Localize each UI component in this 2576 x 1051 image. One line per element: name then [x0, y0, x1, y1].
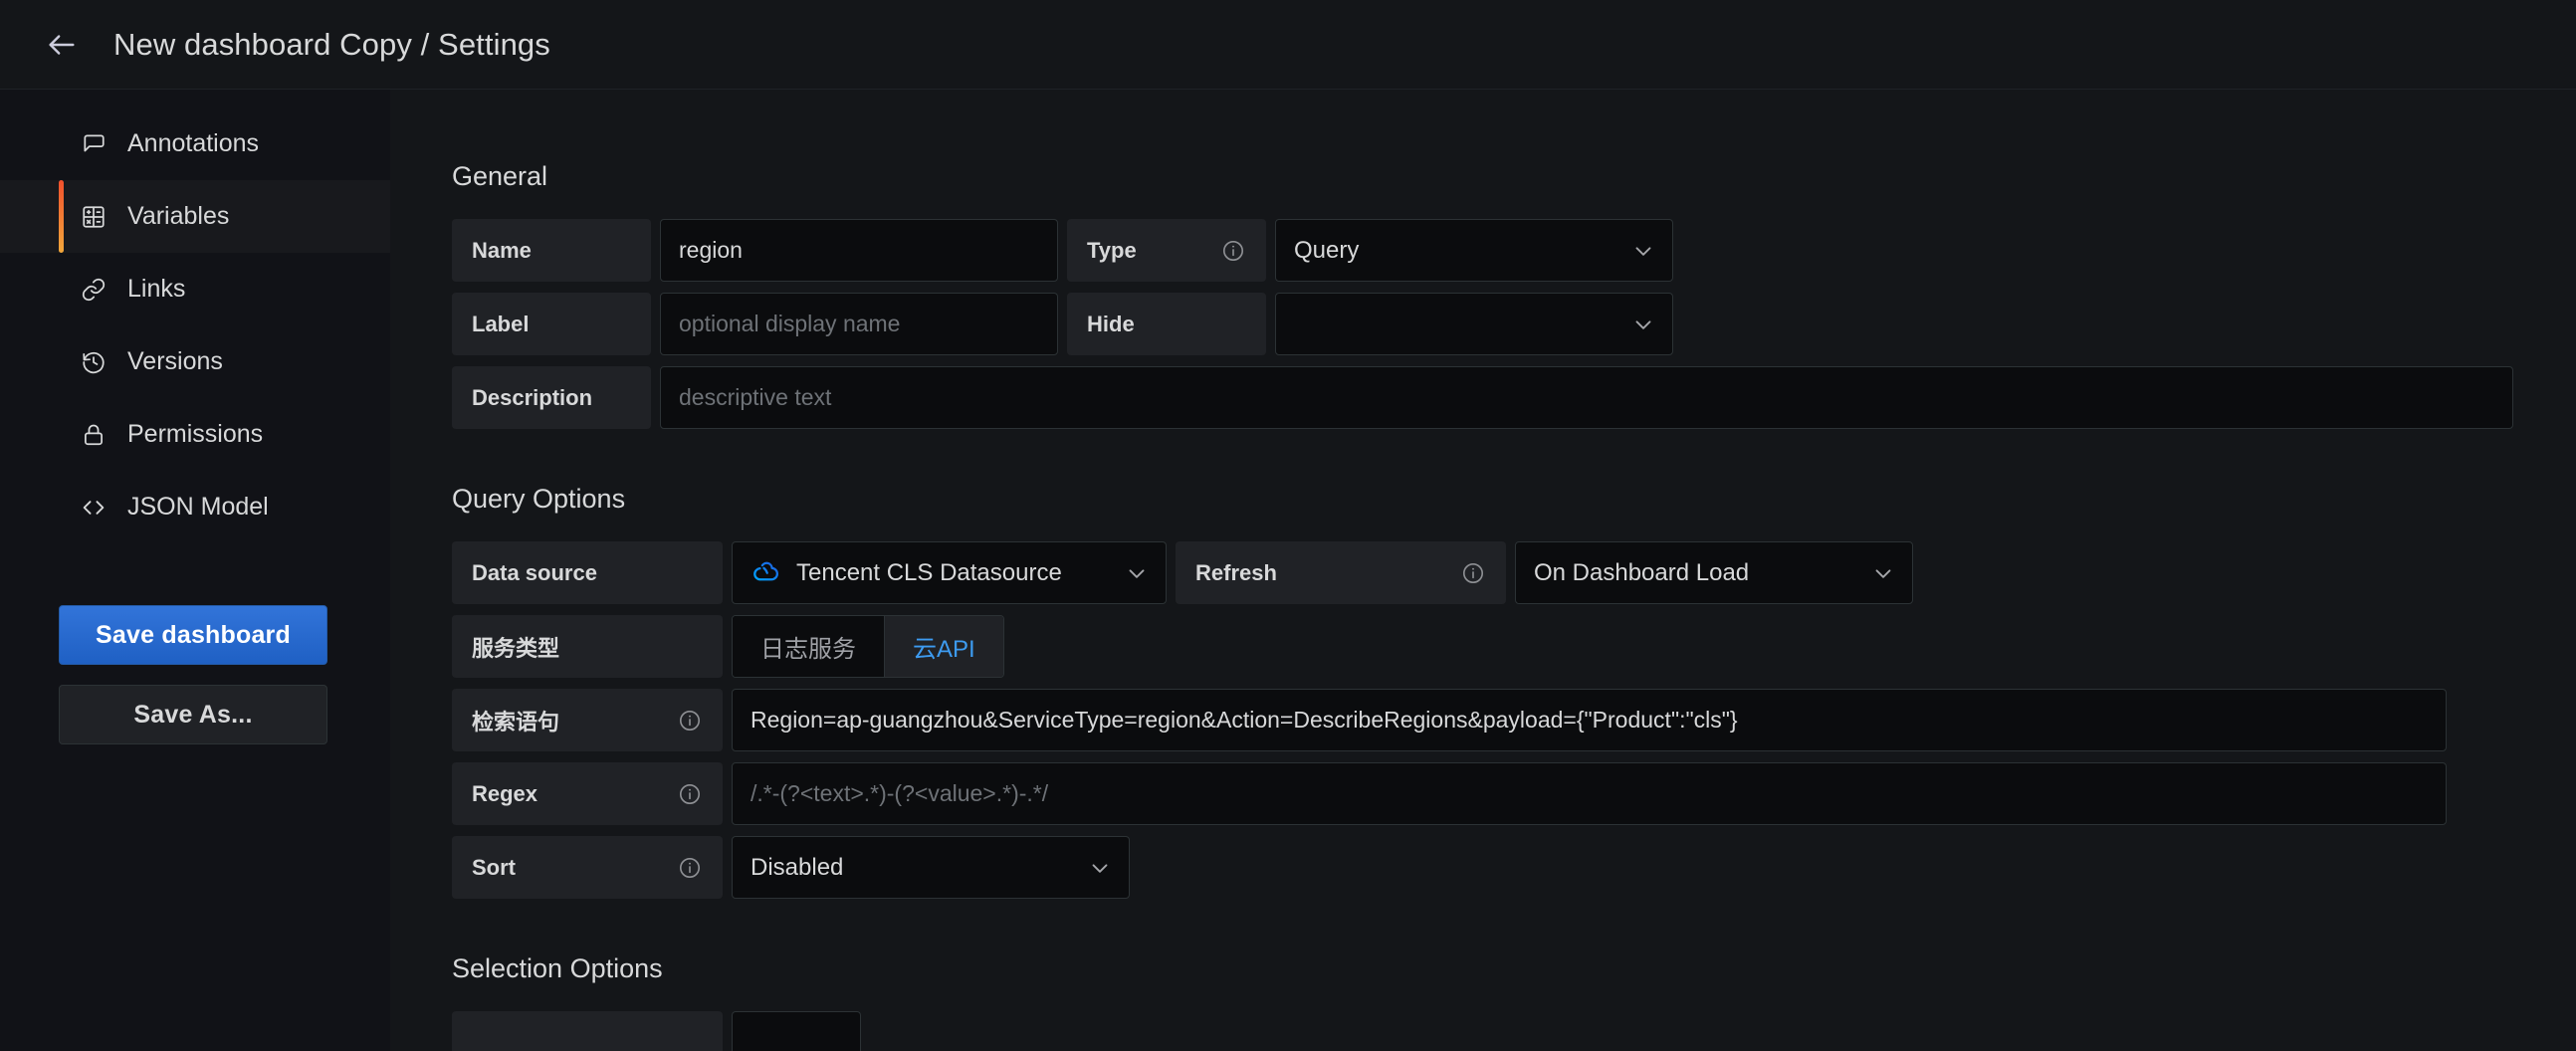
label-label-text: Label	[472, 312, 529, 337]
tencent-cloud-icon	[751, 556, 784, 590]
selection-options-row-partial	[452, 1011, 2576, 1051]
query-row: 检索语句 Region=ap-guangzhou&ServiceType=reg…	[452, 689, 2576, 751]
sidebar-item-label: Variables	[127, 202, 229, 231]
query-label-text: 检索语句	[472, 705, 559, 736]
label-label: Label	[452, 293, 651, 355]
selection-option-control-partial[interactable]	[732, 1011, 861, 1051]
name-label-text: Name	[472, 238, 532, 264]
refresh-select-value: On Dashboard Load	[1534, 559, 1858, 587]
lock-icon	[80, 421, 107, 449]
service-type-label: 服务类型	[452, 615, 723, 678]
hide-label: Hide	[1067, 293, 1266, 355]
service-type-radio-group: 日志服务 云API	[732, 615, 1004, 678]
type-label-text: Type	[1087, 238, 1137, 264]
page-title: New dashboard Copy / Settings	[113, 27, 550, 63]
description-input[interactable]: descriptive text	[660, 366, 2513, 429]
regex-input[interactable]: /.*-(?<text>.*)-(?<value>.*)-.*/	[732, 762, 2447, 825]
chevron-down-icon	[1870, 560, 1896, 586]
regex-row: Regex /.*-(?<text>.*)-(?<value>.*)-.*/	[452, 762, 2576, 825]
label-hide-row: Label optional display name Hide	[452, 293, 2576, 355]
sidebar-actions: Save dashboard Save As...	[0, 605, 390, 744]
selection-option-label-partial	[452, 1011, 723, 1051]
page-body: Annotations Variables	[0, 90, 2576, 1051]
hide-select[interactable]	[1275, 293, 1673, 355]
service-type-option-cloud-api[interactable]: 云API	[885, 616, 1003, 677]
description-label: Description	[452, 366, 651, 429]
datasource-select[interactable]: Tencent CLS Datasource	[732, 541, 1167, 604]
sidebar-item-permissions[interactable]: Permissions	[0, 398, 390, 471]
service-type-row: 服务类型 日志服务 云API	[452, 615, 2576, 678]
settings-sidebar: Annotations Variables	[0, 90, 390, 1051]
sidebar-item-label: JSON Model	[127, 493, 269, 522]
sort-label-text: Sort	[472, 855, 516, 881]
top-bar: New dashboard Copy / Settings	[0, 0, 2576, 90]
datasource-select-value: Tencent CLS Datasource	[796, 559, 1112, 587]
save-as-button[interactable]: Save As...	[59, 685, 327, 744]
chevron-down-icon	[1630, 312, 1656, 337]
refresh-select[interactable]: On Dashboard Load	[1515, 541, 1913, 604]
info-icon[interactable]	[1460, 560, 1486, 586]
arrow-left-icon	[45, 28, 79, 62]
sidebar-item-label: Links	[127, 275, 185, 304]
type-select[interactable]: Query	[1275, 219, 1673, 282]
query-input[interactable]: Region=ap-guangzhou&ServiceType=region&A…	[732, 689, 2447, 751]
description-label-text: Description	[472, 385, 592, 411]
sidebar-item-annotations[interactable]: Annotations	[0, 107, 390, 180]
comment-icon	[80, 130, 107, 158]
variable-editor-panel: General Name region Type Query	[390, 90, 2576, 1051]
datasource-label: Data source	[452, 541, 723, 604]
history-icon	[80, 348, 107, 376]
type-select-value: Query	[1294, 237, 1618, 265]
link-icon	[80, 276, 107, 304]
service-type-label-text: 服务类型	[472, 631, 559, 663]
name-type-row: Name region Type Query	[452, 219, 2576, 282]
sidebar-item-links[interactable]: Links	[0, 253, 390, 325]
hide-label-text: Hide	[1087, 312, 1135, 337]
datasource-refresh-row: Data source Tencent CL	[452, 541, 2576, 604]
sort-select[interactable]: Disabled	[732, 836, 1130, 899]
name-label: Name	[452, 219, 651, 282]
name-input[interactable]: region	[660, 219, 1058, 282]
sidebar-item-json-model[interactable]: JSON Model	[0, 471, 390, 543]
refresh-label-text: Refresh	[1195, 560, 1277, 586]
service-type-option-log[interactable]: 日志服务	[733, 616, 885, 677]
regex-label: Regex	[452, 762, 723, 825]
chevron-down-icon	[1087, 855, 1113, 881]
datasource-label-text: Data source	[472, 560, 597, 586]
save-dashboard-button[interactable]: Save dashboard	[59, 605, 327, 665]
sidebar-item-versions[interactable]: Versions	[0, 325, 390, 398]
sort-label: Sort	[452, 836, 723, 899]
selection-options-section-title: Selection Options	[452, 953, 2576, 984]
sidebar-item-label: Versions	[127, 347, 223, 376]
sort-row: Sort Disabled	[452, 836, 2576, 899]
refresh-label: Refresh	[1176, 541, 1506, 604]
label-input[interactable]: optional display name	[660, 293, 1058, 355]
regex-label-text: Regex	[472, 781, 537, 807]
sidebar-item-label: Annotations	[127, 129, 259, 158]
chevron-down-icon	[1630, 238, 1656, 264]
info-icon[interactable]	[677, 708, 703, 734]
query-label: 检索语句	[452, 689, 723, 751]
general-section-title: General	[452, 161, 2576, 192]
type-label: Type	[1067, 219, 1266, 282]
code-brackets-icon	[80, 494, 107, 522]
description-row: Description descriptive text	[452, 366, 2576, 429]
info-icon[interactable]	[677, 781, 703, 807]
query-options-section-title: Query Options	[452, 484, 2576, 515]
back-button[interactable]	[36, 19, 88, 71]
info-icon[interactable]	[677, 855, 703, 881]
table-grid-icon	[80, 203, 107, 231]
sidebar-item-variables[interactable]: Variables	[0, 180, 390, 253]
info-icon[interactable]	[1220, 238, 1246, 264]
sidebar-item-label: Permissions	[127, 420, 263, 449]
sort-select-value: Disabled	[751, 854, 1075, 882]
chevron-down-icon	[1124, 560, 1150, 586]
